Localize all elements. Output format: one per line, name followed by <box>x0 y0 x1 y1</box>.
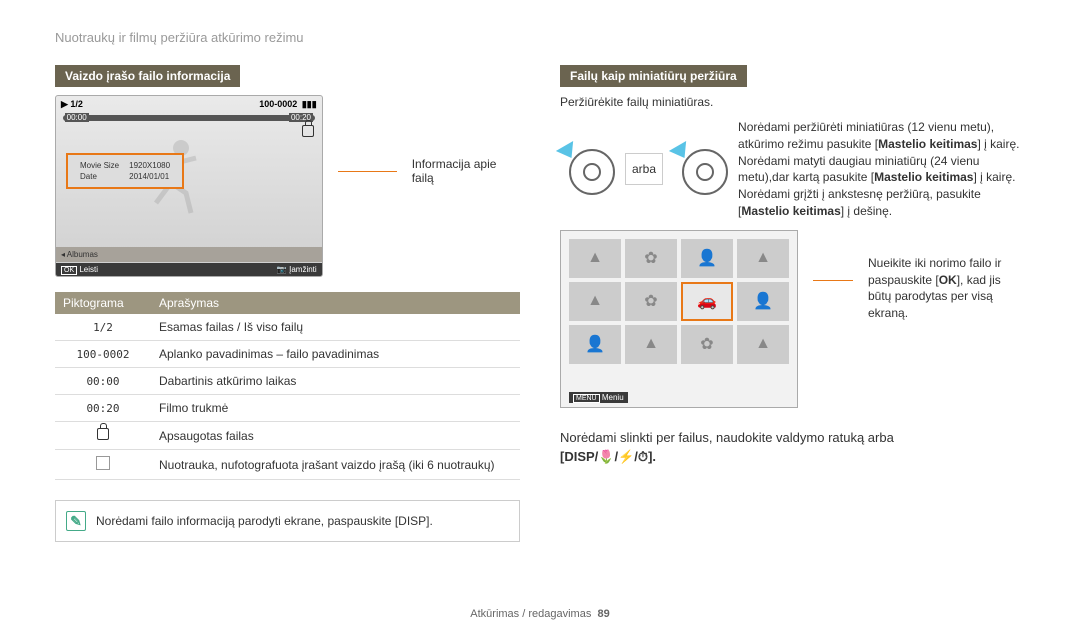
leader-line-left <box>338 171 397 172</box>
lcd-file: 100-0002 <box>259 99 297 109</box>
zoom-instructions: Norėdami peržiūrėti miniatiūras (12 vien… <box>738 119 1025 220</box>
video-lcd-mock: ▶ 1/2 100-0002 ▮▮▮ 00:00 00:20 <box>55 95 323 277</box>
table-row: 1/2 Esamas failas / Iš viso failų <box>55 314 520 341</box>
icon-description-table: Piktograma Aprašymas 1/2 Esamas failas /… <box>55 292 520 480</box>
note-box: ✎ Norėdami failo informaciją parodyti ek… <box>55 500 520 542</box>
lcd-counter: 1/2 <box>70 99 83 109</box>
section-title-right: Failų kaip miniatiūrų peržiūra <box>560 65 747 87</box>
table-row: 00:20 Filmo trukmė <box>55 395 520 422</box>
right-subhead: Peržiūrėkite failų miniatiūras. <box>560 95 1025 109</box>
zoom-dial-icon <box>560 147 615 192</box>
breadcrumb: Nuotraukų ir filmų peržiūra atkūrimo rež… <box>55 30 1025 45</box>
thumb-caption: Nueikite iki norimo failo ir paspauskite… <box>868 255 1025 408</box>
th-desc: Aprašymas <box>151 292 520 314</box>
section-title-left: Vaizdo įrašo failo informacija <box>55 65 240 87</box>
zoom-dial-icon <box>673 147 728 192</box>
photo-icon <box>96 456 110 470</box>
table-row: Nuotrauka, nufotografuota įrašant vaizdo… <box>55 450 520 480</box>
table-row: 00:00 Dabartinis atkūrimo laikas <box>55 368 520 395</box>
th-icon: Piktograma <box>55 292 151 314</box>
leader-line-right <box>813 280 853 281</box>
menu-badge: MENU Meniu <box>569 392 628 403</box>
table-row: 100-0002 Aplanko pavadinimas – failo pav… <box>55 341 520 368</box>
file-info-box: Movie Size1920X1080 Date2014/01/01 <box>66 153 184 189</box>
selected-thumbnail: 🚗 <box>681 282 733 321</box>
lcd-time-left: 00:00 <box>65 113 89 122</box>
note-icon: ✎ <box>66 511 86 531</box>
table-row: Apsaugotas failas <box>55 422 520 450</box>
page-footer: Atkūrimas / redagavimas 89 <box>0 608 1080 620</box>
or-label: arba <box>625 153 663 185</box>
thumbnail-lcd-mock: ▲✿👤▲ ▲✿🚗👤 👤▲✿▲ MENU Meniu <box>560 230 798 408</box>
battery-icon: ▮▮▮ <box>302 99 317 109</box>
lock-icon <box>302 125 314 140</box>
scroll-instructions: Norėdami slinkti per failus, naudokite v… <box>560 428 1025 467</box>
leader-label-left: Informacija apie failą <box>412 157 520 185</box>
lock-icon <box>97 428 109 440</box>
